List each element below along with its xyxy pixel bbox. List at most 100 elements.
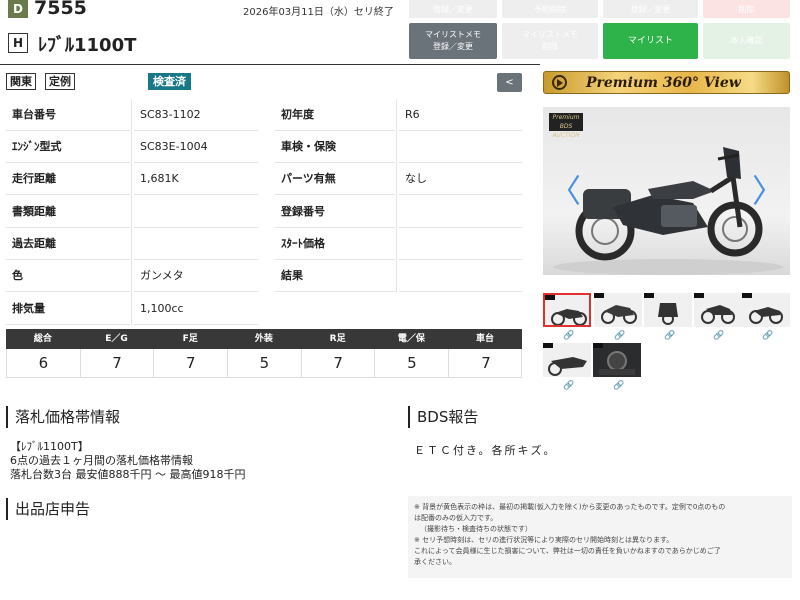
spec-label: 排気量 — [6, 293, 130, 325]
spec-value: SC83-1102 — [134, 99, 258, 131]
register-change-button[interactable]: 登録／変更 — [409, 0, 497, 18]
price-info-range: 落札台数3台 最安値888千円 〜 最高値918千円 — [10, 468, 246, 481]
carousel-prev-icon[interactable]: 〈 — [549, 175, 581, 207]
spec-label: 色 — [6, 260, 130, 292]
spec-value — [399, 196, 522, 228]
play-icon — [552, 75, 567, 90]
notice-line: ※ セリ予想時刻は、セリの進行状況等により実際のセリ開始時刻とは異なります。 — [414, 536, 674, 544]
thumbnail-bike-image — [548, 357, 587, 376]
spec-value — [134, 196, 258, 228]
link-icon[interactable]: 🔗 — [713, 331, 724, 341]
spec-label: 結果 — [275, 260, 395, 292]
thumbnail-bike-image — [701, 305, 735, 324]
photo-thumbnail[interactable] — [543, 343, 591, 377]
bds-report-title: BDS報告 — [408, 406, 478, 428]
link-icon[interactable]: 🔗 — [762, 331, 773, 341]
score-header-cell: E／G — [105, 334, 128, 344]
photo-thumbnail[interactable] — [742, 293, 790, 327]
spec-value: 1,681K — [134, 163, 258, 195]
notice-line: （撮影待ち・検査待ちの状態です） — [420, 525, 532, 533]
photo-thumbnail[interactable] — [593, 343, 641, 377]
header-divider — [0, 64, 540, 65]
link-icon[interactable]: 🔗 — [563, 381, 574, 391]
spec-value — [134, 228, 258, 260]
score-header-cell: F足 — [182, 334, 198, 344]
spec-value — [399, 228, 522, 260]
rank-badge: H — [8, 33, 28, 53]
link-icon[interactable]: 🔗 — [664, 331, 675, 341]
score-header: 総合 E／G F足 外装 R足 電／保 車台 — [6, 329, 522, 349]
mylist-button[interactable]: マイリスト — [603, 23, 698, 59]
link-icon[interactable]: 🔗 — [563, 331, 574, 341]
link-icon[interactable]: 🔗 — [613, 381, 624, 391]
score-value: 5 — [228, 349, 302, 378]
notice-line: これによって会員様に生じた損害について、弊社は一切の責任を負いかねますのであらか… — [414, 547, 721, 555]
score-header-cell: 総合 — [33, 334, 52, 344]
spec-value: なし — [399, 163, 522, 195]
score-header-cell: 電／保 — [397, 334, 425, 344]
spec-value: SC83E-1004 — [134, 131, 258, 163]
main-photo[interactable]: Premium BDS AUCTION 〈 〉 — [543, 107, 790, 275]
carousel-next-icon[interactable]: 〉 — [752, 175, 784, 207]
spec-label: 走行距離 — [6, 163, 130, 195]
mylist-memo-delete-button[interactable]: マイリストメモ 削除 — [502, 23, 598, 59]
notice-box: ※ 背景が黄色表示の枠は、最初の掲載(仮入力を除く)から変更のあったものです。定… — [408, 496, 792, 578]
spec-row: ｴﾝｼﾞﾝ型式 SC83E-1004 車検・保険 — [6, 131, 522, 163]
spec-value: ガンメタ — [134, 260, 258, 292]
auction-type-tag: 定例 — [45, 73, 75, 90]
identity-check-button[interactable]: 本人確認 — [703, 23, 790, 59]
bds-report-body: ＥＴＣ付き。各所キズ。 — [414, 444, 557, 457]
score-value: 7 — [154, 349, 229, 378]
score-header-cell: R足 — [329, 334, 346, 344]
spec-row: 走行距離 1,681K パーツ有無 なし — [6, 163, 522, 195]
spec-divider — [131, 99, 132, 325]
spec-label: 登録番号 — [275, 196, 395, 228]
score-value: 7 — [481, 354, 491, 372]
score-values: 6 7 7 5 7 5 7 — [6, 349, 522, 378]
lot-number: 7555 — [34, 0, 87, 19]
register-change-button-2[interactable]: 登録／変更 — [603, 0, 698, 18]
spec-row: 排気量 1,100cc — [6, 293, 522, 325]
mylist-memo-register-button[interactable]: マイリストメモ 登録／変更 — [409, 23, 497, 59]
thumbnail-bike-image — [551, 309, 587, 325]
collapse-button[interactable]: < — [497, 73, 522, 92]
score-value: 7 — [302, 349, 376, 378]
score-header-cell: 車台 — [476, 334, 495, 344]
spec-label: 車台番号 — [6, 99, 130, 131]
price-info-period: 6点の過去１ヶ月間の落札価格帯情報 — [10, 454, 193, 467]
score-value: 5 — [376, 349, 450, 378]
score-value: 6 — [7, 349, 81, 378]
spec-label: 車検・保険 — [275, 131, 395, 163]
spec-divider — [396, 99, 397, 293]
seller-declaration-title: 出品店申告 — [6, 498, 90, 520]
notice-line: ※ 背景が黄色表示の枠は、最初の掲載(仮入力を除く)から変更のあったものです。定… — [414, 503, 726, 511]
photo-thumbnail[interactable] — [543, 293, 591, 327]
thumbnail-bike-image — [658, 303, 678, 325]
auction-end-date: 2026年03月11日（水）セリ終了 — [243, 7, 394, 18]
photo-thumbnail[interactable] — [594, 293, 642, 327]
thumbnail-bike-image — [749, 307, 783, 324]
spec-label: 過去距離 — [6, 228, 130, 260]
spec-row: 車台番号 SC83-1102 初年度 R6 — [6, 99, 522, 131]
score-header-cell: 外装 — [254, 334, 273, 344]
spec-label: ｽﾀｰﾄ価格 — [275, 228, 395, 260]
spec-label: パーツ有無 — [275, 163, 395, 195]
premium-360-label: Premium 360° View — [586, 75, 741, 91]
price-info-title: 落札価格帯情報 — [6, 406, 120, 428]
spec-row: 過去距離 ｽﾀｰﾄ価格 — [6, 228, 522, 260]
photo-thumbnail[interactable] — [644, 293, 692, 327]
photo-thumbnail[interactable] — [694, 293, 742, 327]
price-info-model: 【ﾚﾌﾞﾙ1100T】 — [10, 440, 89, 453]
premium-360-view-button[interactable]: Premium 360° View — [543, 71, 790, 94]
inspection-badge: 検査済 — [148, 73, 191, 90]
thumbnail-bike-image — [601, 305, 637, 324]
spec-row: 書類距離 登録番号 — [6, 196, 522, 228]
reservation-delete-button[interactable]: 予約削除 — [502, 0, 598, 18]
spec-value — [399, 131, 522, 163]
spec-label: 初年度 — [275, 99, 395, 131]
price-info-body: 【ﾚﾌﾞﾙ1100T】 6点の過去１ヶ月間の落札価格帯情報 落札台数3台 最安値… — [10, 440, 245, 482]
link-icon[interactable]: 🔗 — [614, 331, 625, 341]
delete-button[interactable]: 削除 — [703, 0, 790, 18]
model-title: ﾚﾌﾞﾙ1100T — [38, 35, 137, 56]
spec-label: ｴﾝｼﾞﾝ型式 — [6, 131, 130, 163]
